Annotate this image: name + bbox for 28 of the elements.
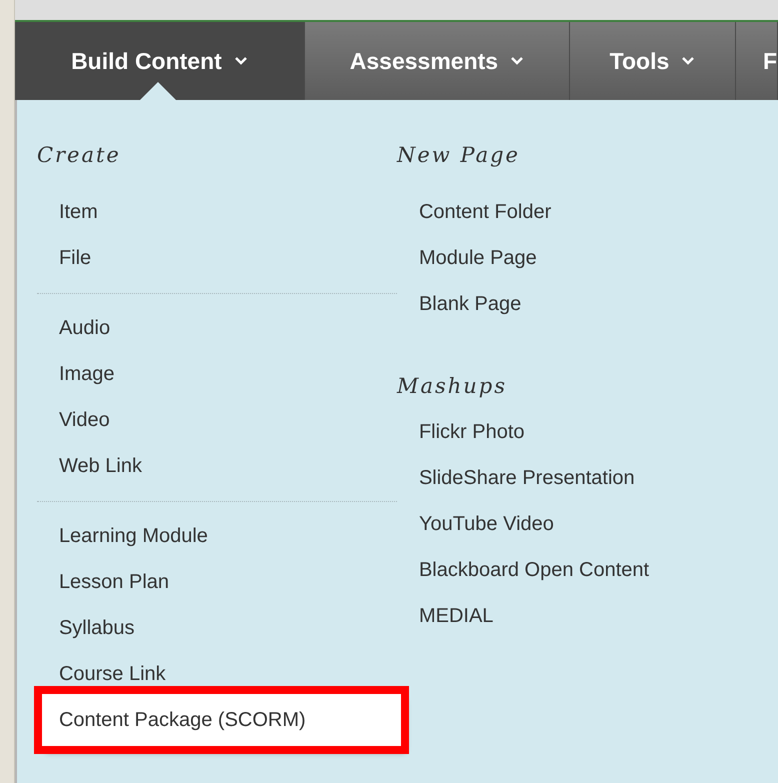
- menu-item[interactable]: Content Folder: [402, 189, 761, 235]
- menu-item[interactable]: Audio: [42, 305, 401, 351]
- menu-item[interactable]: SlideShare Presentation: [402, 455, 761, 501]
- chevron-down-icon: [234, 56, 248, 66]
- chevron-down-icon: [681, 56, 696, 66]
- nav-tab[interactable]: Build Content: [14, 22, 305, 100]
- menu-item[interactable]: Flickr Photo: [402, 409, 761, 455]
- menu-item[interactable]: File: [42, 235, 401, 281]
- menu-item[interactable]: Item: [42, 189, 401, 235]
- chevron-down-icon: [510, 56, 524, 66]
- section-heading: Mashups: [396, 373, 508, 399]
- menu-item[interactable]: MEDIAL: [402, 593, 761, 639]
- menu-item[interactable]: Blank Page: [402, 281, 761, 327]
- menu-item[interactable]: Syllabus: [42, 605, 401, 651]
- menu-item[interactable]: Module Page: [402, 235, 761, 281]
- nav-tab[interactable]: Tools: [570, 22, 736, 100]
- menu-item[interactable]: Blackboard Open Content: [402, 547, 761, 593]
- menu-item[interactable]: Web Link: [42, 443, 401, 489]
- section-heading: New Page: [396, 142, 521, 168]
- nav-tab[interactable]: F: [736, 22, 778, 100]
- section-heading: Create: [36, 142, 122, 168]
- menu-item[interactable]: Course Link: [42, 651, 401, 697]
- menu-item[interactable]: Learning Module: [42, 513, 401, 559]
- menu-item[interactable]: Video: [42, 397, 401, 443]
- nav-tab[interactable]: Assessments: [304, 22, 570, 100]
- menu-item[interactable]: Content Package (SCORM): [42, 694, 401, 746]
- menu-item[interactable]: YouTube Video: [402, 501, 761, 547]
- menu-item[interactable]: Lesson Plan: [42, 559, 401, 605]
